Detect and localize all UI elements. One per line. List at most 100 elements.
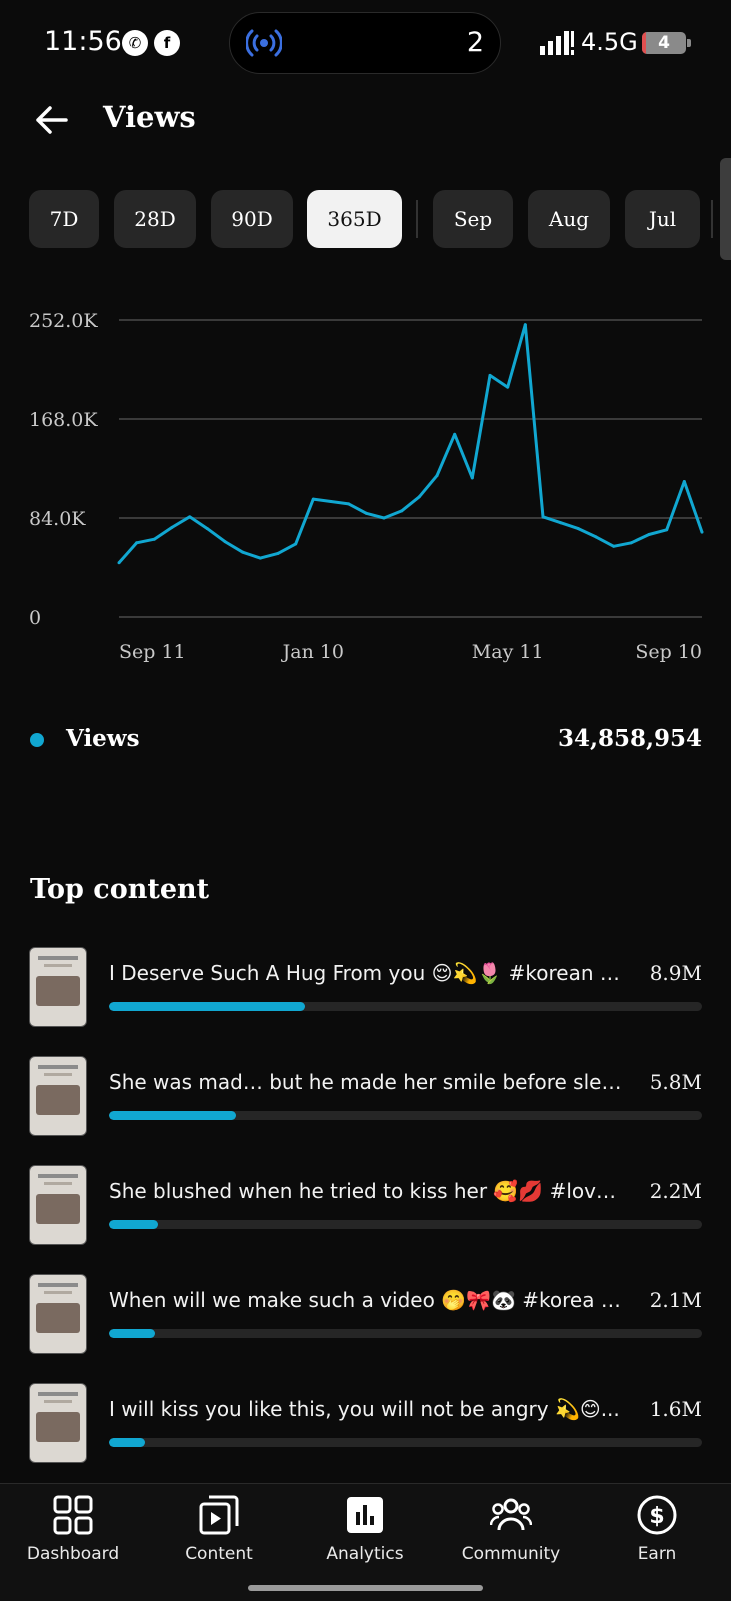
content-item[interactable]: She was mad… but he made her smile befor… bbox=[0, 1056, 731, 1136]
range-chip-28d[interactable]: 28D bbox=[114, 190, 196, 248]
range-chip-365d[interactable]: 365D bbox=[307, 190, 402, 248]
battery-tip bbox=[687, 39, 691, 47]
nav-label: Earn bbox=[637, 1544, 677, 1564]
back-arrow-icon[interactable] bbox=[30, 98, 74, 142]
range-chip-90d[interactable]: 90D bbox=[211, 190, 293, 248]
facebook-icon: f bbox=[154, 30, 180, 56]
data-point bbox=[576, 527, 580, 531]
content-item-views: 2.1M bbox=[649, 1288, 702, 1312]
data-point bbox=[364, 511, 368, 515]
views-total: 34,858,954 bbox=[557, 725, 702, 752]
data-point bbox=[700, 530, 704, 534]
data-point bbox=[311, 497, 315, 501]
video-thumbnail bbox=[29, 1056, 87, 1136]
community-icon bbox=[490, 1498, 532, 1531]
content-item[interactable]: I will kiss you like this, you will not … bbox=[0, 1383, 731, 1463]
nav-analytics[interactable]: Analytics bbox=[292, 1484, 438, 1584]
content-item[interactable]: I Deserve Such A Hug From you 😌💫🌷 #korea… bbox=[0, 947, 731, 1027]
range-chip-jul[interactable]: Jul bbox=[625, 190, 700, 248]
nav-community[interactable]: Community bbox=[438, 1484, 584, 1584]
content-item-title: I will kiss you like this, you will not … bbox=[109, 1397, 620, 1421]
data-point bbox=[117, 561, 121, 565]
page-title: Views bbox=[103, 100, 196, 134]
y-tick-label: 84.0K bbox=[29, 508, 86, 530]
dynamic-island[interactable]: 2 bbox=[229, 12, 501, 74]
x-tick-label: May 11 bbox=[472, 641, 544, 663]
data-point bbox=[276, 551, 280, 555]
data-point bbox=[453, 432, 457, 436]
battery-percent: 4 bbox=[658, 33, 670, 53]
data-point bbox=[417, 495, 421, 499]
data-point bbox=[188, 515, 192, 519]
views-line-chart: 0 84.0K 168.0K 252.0K Sep 11 Jan 10 May 11 Sep … bbox=[29, 310, 704, 663]
data-point bbox=[470, 476, 474, 480]
series-line-views bbox=[117, 323, 704, 564]
data-point bbox=[629, 541, 633, 545]
data-point bbox=[135, 541, 139, 545]
data-point bbox=[523, 323, 527, 327]
y-tick-label: 0 bbox=[29, 607, 41, 629]
range-chip-7d[interactable]: 7D bbox=[29, 190, 99, 248]
content-item-bar bbox=[109, 1220, 702, 1229]
nav-label: Content bbox=[185, 1544, 253, 1564]
content-item-title: I Deserve Such A Hug From you 😌💫🌷 #korea… bbox=[109, 961, 624, 985]
chip-divider bbox=[711, 200, 713, 238]
notification-count: 2 bbox=[466, 27, 484, 58]
data-point bbox=[400, 509, 404, 513]
data-point bbox=[205, 527, 209, 531]
broadcast-icon bbox=[246, 29, 282, 57]
nav-earn[interactable]: $ Earn bbox=[584, 1484, 730, 1584]
data-point bbox=[541, 515, 545, 519]
status-time: 11:56 bbox=[44, 26, 122, 57]
content-item[interactable]: She blushed when he tried to kiss her 🥰💋… bbox=[0, 1165, 731, 1245]
svg-text:$: $ bbox=[649, 1504, 664, 1529]
data-point bbox=[682, 479, 686, 483]
nav-content[interactable]: Content bbox=[146, 1484, 292, 1584]
status-bar: 11:56 ✆ f 2 4.5G 4 bbox=[0, 0, 731, 88]
data-point bbox=[612, 544, 616, 548]
content-item-bar-fill bbox=[109, 1438, 145, 1447]
data-point bbox=[241, 550, 245, 554]
data-point bbox=[223, 540, 227, 544]
data-point bbox=[382, 516, 386, 520]
dashboard-icon bbox=[53, 1495, 93, 1535]
home-indicator[interactable] bbox=[248, 1585, 483, 1591]
signal-icon bbox=[540, 31, 574, 55]
content-item-bar-fill bbox=[109, 1220, 159, 1229]
content-item-bar-fill bbox=[109, 1002, 305, 1011]
y-tick-label: 252.0K bbox=[29, 310, 98, 332]
content-item[interactable]: When will we make such a video 🤭🎀🐼 #kore… bbox=[0, 1274, 731, 1354]
content-item-title: She blushed when he tried to kiss her 🥰💋… bbox=[109, 1179, 624, 1203]
content-item-bar-fill bbox=[109, 1329, 156, 1338]
data-point bbox=[665, 528, 669, 532]
data-point bbox=[152, 537, 156, 541]
x-tick-label: Sep 10 bbox=[635, 641, 702, 663]
range-chip-sep[interactable]: Sep bbox=[433, 190, 513, 248]
video-thumbnail bbox=[29, 1274, 87, 1354]
content-item-bar-fill bbox=[109, 1111, 237, 1120]
x-tick-label: Sep 11 bbox=[119, 641, 186, 663]
content-item-bar bbox=[109, 1329, 702, 1338]
video-thumbnail bbox=[29, 1383, 87, 1463]
nav-dashboard[interactable]: Dashboard bbox=[0, 1484, 146, 1584]
nav-label: Community bbox=[461, 1544, 561, 1564]
content-item-bar bbox=[109, 1111, 702, 1120]
video-thumbnail bbox=[29, 1165, 87, 1245]
x-tick-label: Jan 10 bbox=[281, 641, 344, 663]
data-point bbox=[506, 385, 510, 389]
chip-divider bbox=[416, 200, 418, 238]
data-point bbox=[294, 542, 298, 546]
content-item-views: 5.8M bbox=[649, 1070, 702, 1094]
side-scroll-handle[interactable] bbox=[720, 158, 731, 260]
network-type: 4.5G bbox=[581, 28, 638, 56]
nav-label: Dashboard bbox=[26, 1544, 120, 1564]
data-point bbox=[258, 556, 262, 560]
range-chip-aug[interactable]: Aug bbox=[528, 190, 610, 248]
data-point bbox=[488, 373, 492, 377]
content-item-views: 2.2M bbox=[649, 1179, 702, 1203]
y-tick-label: 168.0K bbox=[29, 409, 98, 431]
data-point bbox=[170, 525, 174, 529]
earn-icon: $ bbox=[637, 1495, 677, 1535]
whatsapp-icon: ✆ bbox=[122, 30, 148, 56]
content-item-views: 1.6M bbox=[649, 1397, 702, 1421]
